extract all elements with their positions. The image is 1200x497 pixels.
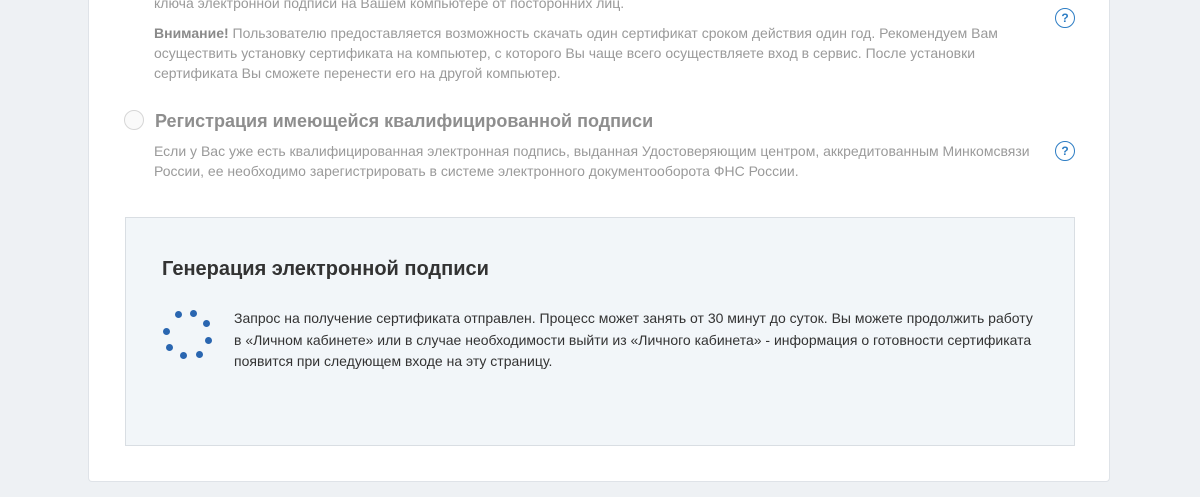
loading-spinner-icon [163, 310, 217, 364]
spinner-dot [190, 310, 197, 317]
spinner-dot [163, 328, 170, 335]
spinner-dot [203, 320, 210, 327]
spinner-dot [180, 352, 187, 359]
registration-radio[interactable] [124, 110, 144, 130]
warning-text: Пользователю предоставляется возможность… [154, 25, 998, 81]
registration-option-title[interactable]: Регистрация имеющейся квалифицированной … [155, 110, 653, 132]
generation-panel: Генерация электронной подписи Запрос на … [125, 217, 1075, 446]
spinner-dot [196, 351, 203, 358]
spinner-dot [205, 337, 212, 344]
warning-label: Внимание! [154, 25, 229, 41]
option1-warning: Внимание! Пользователю предоставляется в… [154, 23, 1034, 83]
help-icon[interactable]: ? [1055, 8, 1075, 28]
generation-status-message: Запрос на получение сертификата отправле… [234, 310, 1033, 369]
help-icon[interactable]: ? [1055, 141, 1075, 161]
generation-panel-title: Генерация электронной подписи [162, 258, 489, 280]
spinner-dot [175, 311, 182, 318]
spinner-dot [166, 344, 173, 351]
option1-partial-text: ключа электронной подписи на Вашем компь… [154, 0, 625, 11]
registration-option-description: Если у Вас уже есть квалифицированная эл… [154, 143, 1030, 179]
